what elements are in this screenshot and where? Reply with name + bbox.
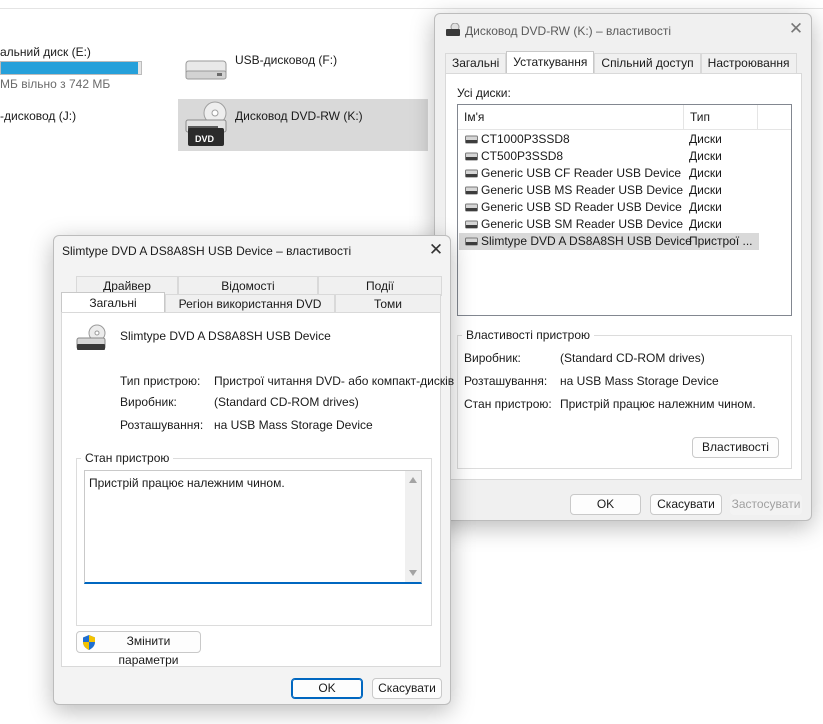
disk-type: Диски [689,149,722,163]
dvd-properties-tabs: Загальні Устаткування Спільний доступ На… [445,51,797,73]
disk-type: Диски [689,217,722,231]
disk-type: Диски [689,183,722,197]
disk-name: Generic USB MS Reader USB Device [481,183,684,197]
local-disk-capacity-bar [0,61,142,75]
location-value: на USB Mass Storage Device [560,374,719,388]
disk-type: Диски [689,166,722,180]
usb-drive-icon [185,60,227,80]
disk-drive-icon [465,237,478,246]
tab-customize[interactable]: Настроювання [700,53,797,73]
explorer-top-divider [0,8,823,9]
tab-general[interactable]: Загальні [61,292,165,314]
disk-list-row[interactable]: Generic USB MS Reader USB Device Диски [459,182,759,199]
manufacturer-value: (Standard CD-ROM drives) [214,395,359,409]
location-label: Розташування: [120,418,204,432]
disk-type: Диски [689,200,722,214]
device-name: Slimtype DVD A DS8A8SH USB Device [120,329,331,343]
location-value: на USB Mass Storage Device [214,418,373,432]
disk-name: CT500P3SSD8 [481,149,564,163]
all-disks-label: Усі диски: [457,86,511,100]
disk-list-row[interactable]: CT500P3SSD8 Диски [459,148,759,165]
status-scrollbar[interactable] [405,471,421,582]
local-disk-capacity-fill [1,62,139,74]
properties-button[interactable]: Властивості [692,437,779,458]
device-type-value: Пристрої читання DVD- або компакт-дисків [214,374,455,388]
device-type-label: Тип пристрою: [120,374,201,388]
status-label: Стан пристрою: [464,397,552,411]
disk-list-row[interactable]: Generic USB CF Reader USB Device Диски [459,165,759,182]
ok-button[interactable]: OK [570,494,641,515]
manufacturer-label: Виробник: [464,351,521,365]
cancel-button[interactable]: Скасувати [372,678,442,699]
disk-name: Generic USB CF Reader USB Device [481,166,682,180]
usb-drive-j-label[interactable]: -дисковод (J:) [0,109,76,123]
device-status-text: Пристрій працює належним чином. [89,476,285,490]
disk-list-row[interactable]: Generic USB SM Reader USB Device Диски [459,216,759,233]
manufacturer-value: (Standard CD-ROM drives) [560,351,705,365]
tab-volumes[interactable]: Томи [335,294,441,314]
disk-name: Slimtype DVD A DS8A8SH USB Device [481,234,692,248]
cancel-button[interactable]: Скасувати [650,494,722,515]
hardware-tab-panel: Усі диски: Ім'я Тип CT1000P3SSD8 Диски CT5… [445,73,802,480]
disk-name: Generic USB SM Reader USB Device [481,217,684,231]
local-disk-free-space: МБ вільно з 742 МБ [0,77,111,91]
change-settings-button[interactable]: Змінити параметри [76,631,201,667]
disk-type: Пристрої ... [689,234,753,248]
close-button[interactable]: ✕ [785,19,807,41]
dvd-badge: DVD [195,134,215,144]
dvd-device-icon [76,324,106,350]
device-properties-titlebar[interactable]: Slimtype DVD A DS8A8SH USB Device – влас… [54,236,450,266]
shield-icon [83,635,95,650]
device-properties-group: Властивості пристрою Виробник: (Standard… [457,328,792,469]
ok-button[interactable]: OK [291,678,363,699]
column-header-name[interactable]: Ім'я [458,105,684,130]
disk-list-row[interactable]: CT1000P3SSD8 Диски [459,131,759,148]
scroll-down-icon[interactable] [409,570,417,576]
disks-list[interactable]: Ім'я Тип CT1000P3SSD8 Диски CT500P3SSD8 Дис… [457,104,792,316]
disk-drive-icon [465,220,478,229]
disk-name: Generic USB SD Reader USB Device [481,200,682,214]
disk-drive-icon [465,152,478,161]
dvd-properties-title: Дисковод DVD-RW (K:) – властивості [465,24,672,38]
change-settings-label: Змінити параметри [118,634,179,667]
tab-details[interactable]: Відомості [178,276,318,296]
drive-title-icon [446,23,460,36]
disk-drive-icon [465,186,478,195]
dvd-properties-titlebar[interactable]: Дисковод DVD-RW (K:) – властивості ✕ [435,14,811,44]
disk-name: CT1000P3SSD8 [481,132,570,146]
disk-list-row[interactable]: Slimtype DVD A DS8A8SH USB Device Пристро… [459,233,759,250]
tab-sharing[interactable]: Спільний доступ [594,53,701,73]
dvd-drive-k-label[interactable]: Дисковод DVD-RW (K:) [235,109,363,123]
close-button[interactable]: ✕ [425,240,447,262]
tab-events[interactable]: Події [318,276,442,296]
device-properties-window: Slimtype DVD A DS8A8SH USB Device – влас… [53,235,454,705]
local-disk-label[interactable]: альний диск (E:) [0,45,91,59]
device-status-title: Стан пристрою [81,451,174,465]
tab-general[interactable]: Загальні [445,53,507,73]
device-properties-title: Властивості пристрою [462,328,595,342]
disk-drive-icon [465,169,478,178]
scroll-up-icon[interactable] [409,477,417,483]
location-label: Розташування: [464,374,548,388]
status-value: Пристрій працює належним чином. [560,397,756,411]
device-properties-title: Slimtype DVD A DS8A8SH USB Device – влас… [62,244,352,258]
dvd-properties-window: Дисковод DVD-RW (K:) – властивості ✕ Заг… [434,13,812,521]
tab-dvd-region[interactable]: Регіон використання DVD [165,294,335,314]
general-tab-panel: Slimtype DVD A DS8A8SH USB Device Тип пр… [61,312,454,667]
disk-drive-icon [465,135,478,144]
manufacturer-label: Виробник: [120,395,177,409]
usb-drive-f-label[interactable]: USB-дисковод (F:) [235,53,337,67]
apply-button[interactable]: Застосувати [730,494,802,515]
disk-list-row[interactable]: Generic USB SD Reader USB Device Диски [459,199,759,216]
tab-hardware[interactable]: Устаткування [506,51,595,73]
column-header-type[interactable]: Тип [684,105,758,130]
device-status-textbox[interactable]: Пристрій працює належним чином. [84,470,422,584]
device-status-group: Стан пристрою Пристрій працює належним ч… [76,451,432,626]
disk-type: Диски [689,132,722,146]
tabs-row-bottom: Загальні Регіон використання DVD Томи [61,292,441,314]
disks-list-header: Ім'я Тип [458,105,791,130]
disk-drive-icon [465,203,478,212]
